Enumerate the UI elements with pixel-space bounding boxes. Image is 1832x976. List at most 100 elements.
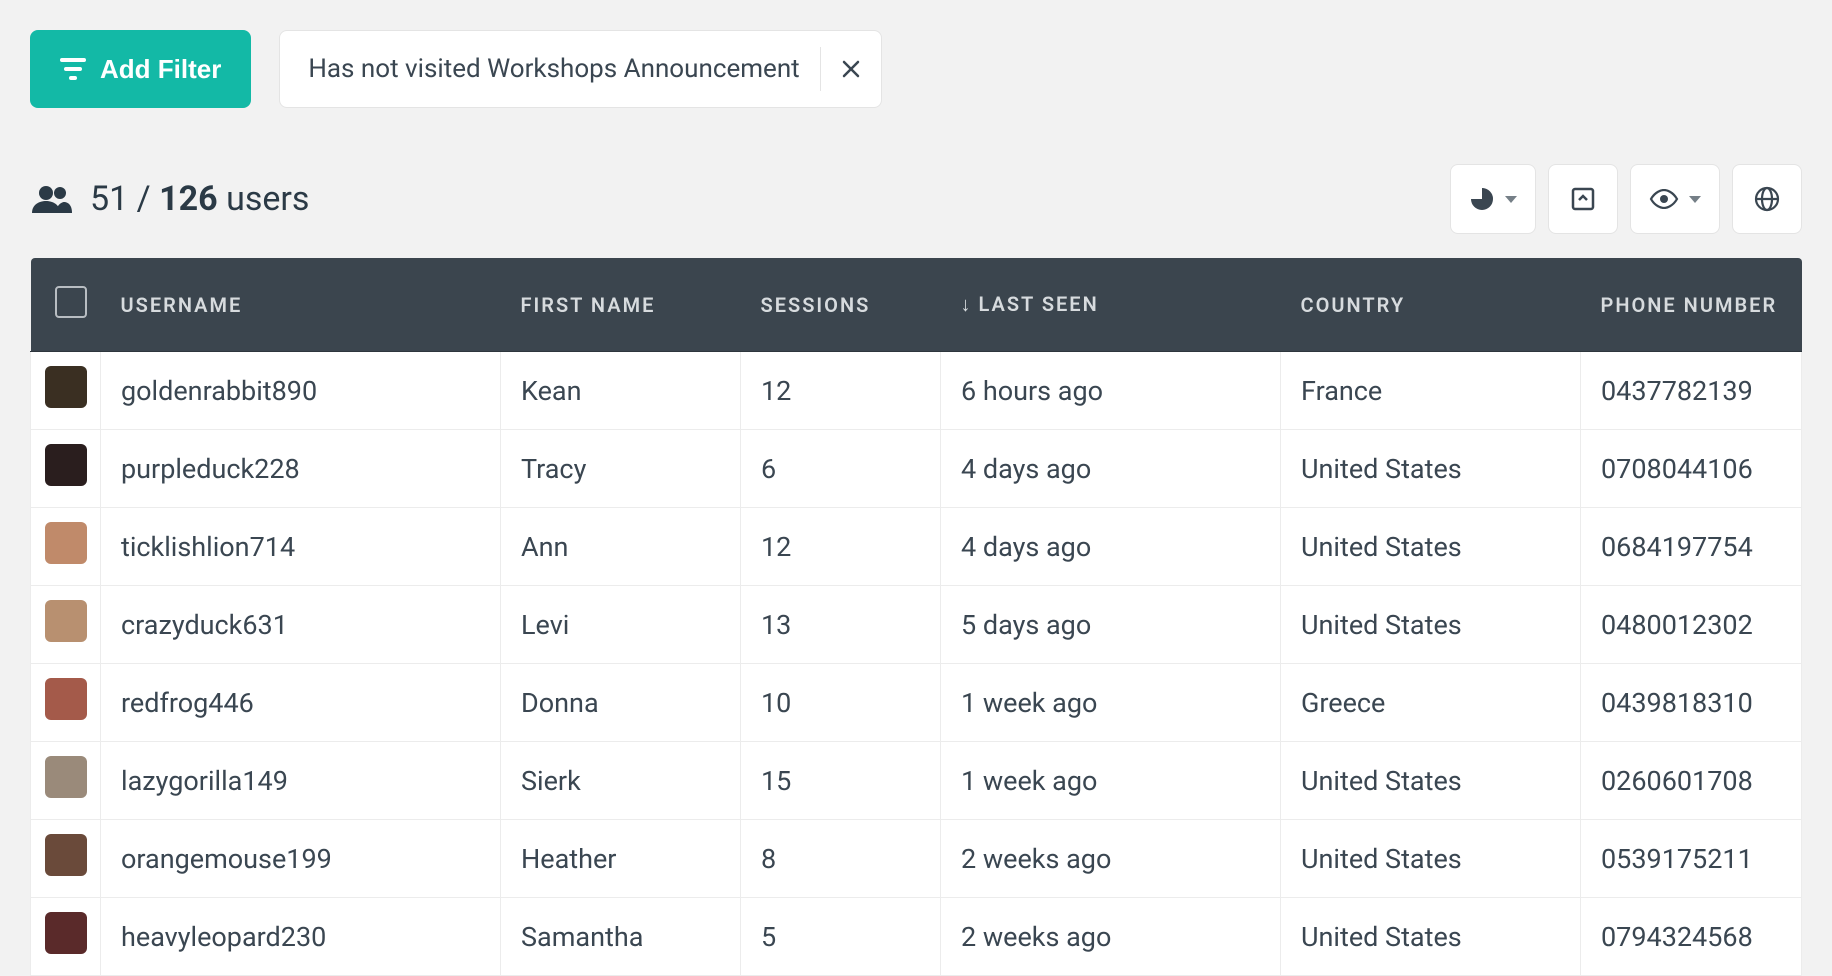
country-cell: United States: [1281, 820, 1581, 898]
country-cell: United States: [1281, 742, 1581, 820]
column-header-phone[interactable]: PHONE NUMBER: [1581, 258, 1802, 352]
add-filter-label: Add Filter: [100, 54, 221, 85]
export-icon: [1570, 186, 1596, 212]
export-button[interactable]: [1548, 164, 1618, 234]
phone-cell: 0539175211: [1581, 820, 1802, 898]
username-cell: redfrog446: [101, 664, 501, 742]
last-seen-cell: 6 hours ago: [941, 352, 1281, 430]
last-seen-cell: 2 weeks ago: [941, 820, 1281, 898]
phone-cell: 0708044106: [1581, 430, 1802, 508]
users-word: users: [226, 179, 309, 219]
people-icon: [32, 185, 72, 213]
first-name-cell: Sierk: [501, 742, 741, 820]
eye-icon: [1649, 189, 1679, 209]
total-count: 126: [159, 179, 218, 219]
chevron-down-icon: [1689, 196, 1701, 203]
active-filter-chip[interactable]: Has not visited Workshops Announcement: [279, 30, 881, 108]
table-row[interactable]: ticklishlion714 Ann 12 4 days ago United…: [31, 508, 1802, 586]
avatar-cell: [31, 664, 101, 742]
pie-chart-icon: [1469, 186, 1495, 212]
table-row[interactable]: orangemouse199 Heather 8 2 weeks ago Uni…: [31, 820, 1802, 898]
country-cell: Greece: [1281, 664, 1581, 742]
avatar: [45, 834, 87, 876]
last-seen-cell: 4 days ago: [941, 508, 1281, 586]
user-count-summary: 51 / 126 users: [32, 179, 309, 219]
country-cell: United States: [1281, 898, 1581, 976]
first-name-cell: Heather: [501, 820, 741, 898]
filter-chip-remove-button[interactable]: [821, 31, 881, 107]
filter-chip-label: Has not visited Workshops Announcement: [308, 54, 819, 84]
close-icon: [841, 59, 861, 79]
first-name-cell: Levi: [501, 586, 741, 664]
avatar-cell: [31, 898, 101, 976]
column-header-username[interactable]: USERNAME: [101, 258, 501, 352]
username-cell: crazyduck631: [101, 586, 501, 664]
username-cell: ticklishlion714: [101, 508, 501, 586]
avatar: [45, 444, 87, 486]
first-name-cell: Donna: [501, 664, 741, 742]
avatar: [45, 366, 87, 408]
chart-view-button[interactable]: [1450, 164, 1536, 234]
filtered-count: 51: [90, 179, 128, 219]
username-cell: purpleduck228: [101, 430, 501, 508]
table-body: goldenrabbit890 Kean 12 6 hours ago Fran…: [31, 352, 1802, 976]
phone-cell: 0260601708: [1581, 742, 1802, 820]
last-seen-cell: 4 days ago: [941, 430, 1281, 508]
globe-icon: [1754, 186, 1780, 212]
country-cell: United States: [1281, 430, 1581, 508]
sessions-cell: 10: [741, 664, 941, 742]
sessions-cell: 12: [741, 508, 941, 586]
globe-button[interactable]: [1732, 164, 1802, 234]
sessions-cell: 5: [741, 898, 941, 976]
first-name-cell: Kean: [501, 352, 741, 430]
table-row[interactable]: lazygorilla149 Sierk 15 1 week ago Unite…: [31, 742, 1802, 820]
column-header-sessions[interactable]: SESSIONS: [741, 258, 941, 352]
country-cell: United States: [1281, 508, 1581, 586]
summary-row: 51 / 126 users: [0, 108, 1832, 258]
country-cell: France: [1281, 352, 1581, 430]
filter-icon: [60, 58, 86, 80]
select-all-header[interactable]: [31, 258, 101, 352]
table-row[interactable]: purpleduck228 Tracy 6 4 days ago United …: [31, 430, 1802, 508]
avatar-cell: [31, 820, 101, 898]
sessions-cell: 6: [741, 430, 941, 508]
table-row[interactable]: crazyduck631 Levi 13 5 days ago United S…: [31, 586, 1802, 664]
avatar: [45, 522, 87, 564]
avatar-cell: [31, 742, 101, 820]
filter-toolbar: Add Filter Has not visited Workshops Ann…: [0, 0, 1832, 108]
avatar: [45, 678, 87, 720]
avatar-cell: [31, 508, 101, 586]
phone-cell: 0437782139: [1581, 352, 1802, 430]
sessions-cell: 12: [741, 352, 941, 430]
visibility-button[interactable]: [1630, 164, 1720, 234]
table-row[interactable]: redfrog446 Donna 10 1 week ago Greece 04…: [31, 664, 1802, 742]
sessions-cell: 8: [741, 820, 941, 898]
phone-cell: 0480012302: [1581, 586, 1802, 664]
country-cell: United States: [1281, 586, 1581, 664]
users-table: USERNAME FIRST NAME SESSIONS ↓LAST SEEN …: [30, 258, 1802, 976]
column-header-last-seen[interactable]: ↓LAST SEEN: [941, 258, 1281, 352]
table-row[interactable]: heavyleopard230 Samantha 5 2 weeks ago U…: [31, 898, 1802, 976]
select-all-checkbox[interactable]: [55, 286, 87, 318]
phone-cell: 0439818310: [1581, 664, 1802, 742]
avatar-cell: [31, 430, 101, 508]
column-header-country[interactable]: COUNTRY: [1281, 258, 1581, 352]
avatar: [45, 756, 87, 798]
avatar-cell: [31, 586, 101, 664]
username-cell: goldenrabbit890: [101, 352, 501, 430]
avatar: [45, 912, 87, 954]
phone-cell: 0684197754: [1581, 508, 1802, 586]
count-separator: /: [137, 179, 151, 219]
last-seen-cell: 1 week ago: [941, 742, 1281, 820]
last-seen-cell: 2 weeks ago: [941, 898, 1281, 976]
sessions-cell: 15: [741, 742, 941, 820]
avatar-cell: [31, 352, 101, 430]
table-row[interactable]: goldenrabbit890 Kean 12 6 hours ago Fran…: [31, 352, 1802, 430]
table-action-buttons: [1450, 164, 1802, 234]
sort-descending-icon: ↓: [961, 292, 973, 316]
phone-cell: 0794324568: [1581, 898, 1802, 976]
add-filter-button[interactable]: Add Filter: [30, 30, 251, 108]
username-cell: lazygorilla149: [101, 742, 501, 820]
table-header: USERNAME FIRST NAME SESSIONS ↓LAST SEEN …: [31, 258, 1802, 352]
column-header-first-name[interactable]: FIRST NAME: [501, 258, 741, 352]
